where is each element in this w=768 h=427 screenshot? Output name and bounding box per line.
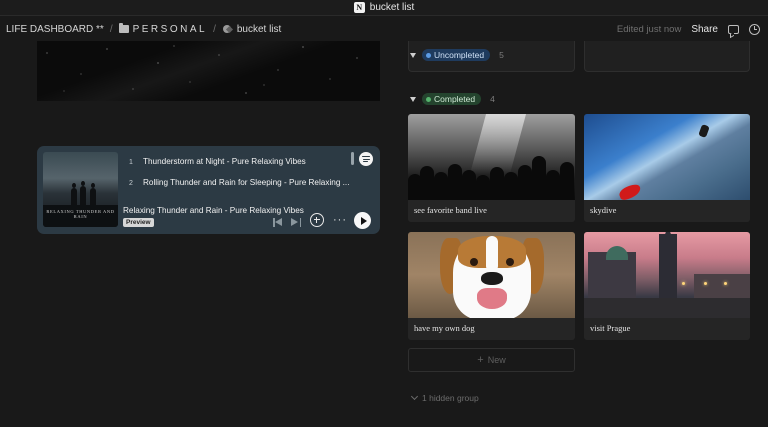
preview-badge: Preview [123, 218, 154, 227]
status-tag: Completed [422, 93, 482, 105]
dog-eye [470, 258, 478, 266]
edited-status: Edited just now [616, 23, 682, 35]
track-title: Thunderstorm at Night - Pure Relaxing Vi… [143, 157, 306, 166]
gallery-card[interactable]: skydive [584, 114, 750, 222]
plus-icon: + [477, 354, 484, 366]
status-label: Uncompleted [434, 50, 485, 60]
breadcrumb-label: PERSONAL [132, 23, 208, 35]
street-lamp [724, 282, 727, 285]
gallery-card[interactable]: see favorite band live [408, 114, 575, 222]
church-dome [606, 246, 628, 260]
track-number: 2 [129, 180, 133, 187]
card-image-dog [408, 232, 575, 318]
track-number: 1 [129, 159, 133, 166]
album-cover-text: RELAXING THUNDER AND RAIN [46, 209, 115, 219]
dog-nose [481, 272, 503, 285]
card-title: visit Prague [590, 323, 631, 333]
updates-clock-icon[interactable] [749, 23, 760, 35]
crowd-silhouette [434, 172, 448, 200]
skydiver-figure [698, 123, 710, 139]
card-image-concert [408, 114, 575, 200]
collapse-toggle-icon[interactable] [410, 96, 416, 102]
spotify-logo-icon[interactable] [359, 152, 373, 166]
breadcrumb-label: bucket list [236, 23, 282, 35]
hidden-group-toggle[interactable]: 1 hidden group [410, 392, 479, 403]
chevron-down-icon [410, 392, 419, 401]
gallery-card[interactable]: visit Prague [584, 232, 750, 340]
now-playing-title[interactable]: Relaxing Thunder and Rain - Pure Relaxin… [123, 206, 304, 215]
group-header-uncompleted[interactable]: Uncompleted 5 [410, 49, 504, 61]
hidden-group-label: 1 hidden group [422, 393, 479, 403]
notion-app-icon: N [353, 2, 365, 13]
topbar-actions: Edited just now Share [617, 17, 760, 41]
crowd-silhouette [518, 165, 532, 200]
breadcrumb-personal[interactable]: PERSONAL [118, 23, 208, 35]
tracklist-scrollbar[interactable] [351, 152, 354, 165]
add-to-library-icon[interactable] [310, 213, 324, 227]
breadcrumb-life-dashboard[interactable]: LIFE DASHBOARD ** [6, 24, 104, 35]
card-partial[interactable] [584, 41, 750, 72]
group-header-completed[interactable]: Completed 4 [410, 93, 495, 105]
card-title: have my own dog [414, 323, 475, 333]
street-lamp [704, 282, 707, 285]
play-button-icon[interactable] [354, 212, 371, 229]
track-title: Rolling Thunder and Rain for Sleeping - … [143, 178, 350, 187]
card-image-skydive [584, 114, 750, 200]
crowd-silhouette [546, 170, 560, 200]
previous-track-icon[interactable] [273, 218, 283, 227]
more-options-icon[interactable]: ··· [333, 215, 347, 226]
next-track-icon[interactable] [291, 218, 301, 227]
breadcrumb-label: LIFE DASHBOARD ** [6, 23, 104, 35]
status-tag: Uncompleted [422, 49, 491, 61]
share-button[interactable]: Share [691, 24, 718, 35]
starfield-cover-image [37, 41, 380, 101]
crowd-silhouette [560, 162, 574, 200]
breadcrumb: LIFE DASHBOARD ** / PERSONAL / bucket li… [0, 23, 281, 35]
crowd-silhouette [504, 172, 518, 200]
gallery-card[interactable]: have my own dog [408, 232, 575, 340]
breadcrumb-separator: / [213, 23, 216, 35]
group-count: 4 [490, 94, 495, 104]
collapse-toggle-icon[interactable] [410, 52, 416, 58]
new-card-button[interactable]: + New [408, 348, 575, 372]
crowd-silhouette [490, 167, 504, 200]
crowd-silhouette [476, 175, 490, 200]
database-icon [222, 24, 233, 34]
status-label: Completed [434, 94, 476, 104]
album-silhouette [80, 181, 86, 205]
red-smoke [617, 182, 643, 200]
crowd-silhouette [532, 156, 546, 200]
breadcrumb-bucket-list[interactable]: bucket list [222, 24, 281, 35]
breadcrumb-separator: / [109, 23, 113, 35]
bridge-tower [659, 234, 677, 304]
stage-light [469, 114, 527, 174]
folder-icon [118, 23, 129, 33]
crowd-silhouette [420, 166, 434, 200]
track-row[interactable]: 1 Thunderstorm at Night - Pure Relaxing … [129, 157, 306, 168]
crowd-silhouette [462, 170, 476, 200]
new-label: New [487, 355, 506, 365]
track-row[interactable]: 2 Rolling Thunder and Rain for Sleeping … [129, 178, 349, 189]
album-cover: RELAXING THUNDER AND RAIN [43, 152, 118, 227]
comment-icon[interactable] [728, 24, 739, 34]
charles-bridge [584, 298, 750, 318]
status-dot [426, 96, 431, 102]
topbar: LIFE DASHBOARD ** / PERSONAL / bucket li… [0, 17, 768, 41]
dog-tongue [477, 288, 507, 309]
window-title: bucket list [369, 2, 415, 13]
spotify-embed-player: RELAXING THUNDER AND RAIN 1 Thunderstorm… [37, 146, 380, 234]
dog-eye [506, 258, 514, 266]
album-silhouette [71, 183, 77, 205]
window-titlebar: N bucket list [0, 0, 768, 16]
status-dot [426, 52, 431, 58]
group-count: 5 [499, 50, 504, 60]
card-title: skydive [590, 205, 617, 215]
card-image-prague [584, 232, 750, 318]
crowd-silhouette [448, 164, 462, 200]
street-lamp [682, 282, 685, 285]
dog-blaze [486, 236, 498, 272]
album-silhouette [90, 183, 96, 205]
card-title: see favorite band live [414, 205, 487, 215]
